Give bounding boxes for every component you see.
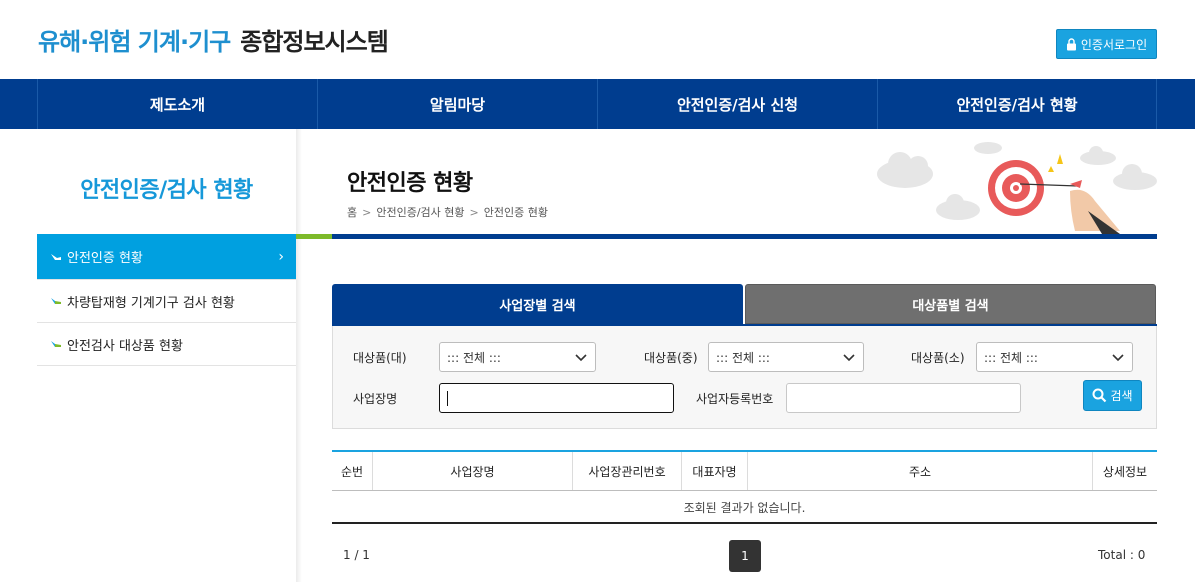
breadcrumb: 홈 > 안전인증/검사 현황 > 안전인증 현황 (347, 204, 548, 220)
tab-business-search[interactable]: 사업장별 검색 (332, 284, 743, 324)
sidebar-item-vehicle-inspection-status[interactable]: 차량탑재형 기계기구 검사 현황 (37, 280, 296, 323)
nav-item-status[interactable]: 안전인증/검사 현황 (877, 79, 1157, 129)
chevron-down-icon (843, 354, 855, 362)
label-business-name: 사업장명 (353, 392, 398, 406)
select-product-medium[interactable]: ::: 전체 ::: (708, 342, 864, 372)
nav-item-label: 알림마당 (429, 95, 486, 114)
nav-item-label: 안전인증/검사 현황 (956, 95, 1078, 114)
search-icon (1092, 388, 1107, 403)
business-name-input[interactable] (439, 383, 674, 413)
tab-label: 사업장별 검색 (499, 298, 576, 314)
target-dart-illustration (877, 142, 1157, 234)
sidebar-item-label: 차량탑재형 기계기구 검사 현황 (67, 295, 235, 311)
column-header-details: 상세정보 (1102, 464, 1148, 479)
login-button-label: 인증서로그인 (1080, 37, 1148, 52)
page-info: 1 / 1 (343, 548, 370, 562)
text-caret (447, 391, 448, 406)
search-button[interactable]: 검색 (1083, 380, 1142, 411)
page-title: 안전인증 현황 (347, 171, 473, 196)
select-value: ::: 전체 ::: (984, 350, 1038, 365)
nav-item-label: 제도소개 (149, 95, 206, 114)
select-value: ::: 전체 ::: (716, 350, 770, 365)
breadcrumb-home[interactable]: 홈 (347, 204, 357, 220)
nav-item-apply[interactable]: 안전인증/검사 신청 (597, 79, 877, 129)
nav-item-label: 안전인증/검사 신청 (676, 95, 799, 114)
column-header-no: 순번 (332, 452, 373, 490)
logo-text-sub: 종합정보시스템 (240, 28, 389, 56)
column-header-address: 주소 (748, 452, 1093, 490)
title-underline (332, 234, 1157, 239)
label-business-reg-no: 사업자등록번호 (696, 392, 774, 406)
select-value: ::: 전체 ::: (447, 350, 501, 365)
table-empty-message: 조회된 결과가 없습니다. (683, 500, 806, 515)
chevron-right-icon: > (362, 205, 372, 219)
nav-item-notice[interactable]: 알림마당 (317, 79, 597, 129)
main-nav: 제도소개 알림마당 안전인증/검사 신청 안전인증/검사 현황 (0, 79, 1195, 129)
label-product-medium: 대상품(중) (644, 351, 698, 365)
nav-item-intro[interactable]: 제도소개 (37, 79, 317, 129)
sidebar-item-inspection-target-status[interactable]: 안전검사 대상품 현황 (37, 323, 296, 366)
total-count: Total : 0 (1098, 548, 1146, 562)
select-product-large[interactable]: ::: 전체 ::: (439, 342, 596, 372)
bullet-icon (51, 253, 61, 260)
search-button-label: 검색 (1110, 389, 1133, 403)
chevron-down-icon (1112, 354, 1124, 362)
breadcrumb-item[interactable]: 안전인증/검사 현황 (376, 204, 464, 220)
select-product-small[interactable]: ::: 전체 ::: (976, 342, 1133, 372)
sidebar-divider (296, 129, 302, 582)
sidebar-item-safety-cert-status[interactable]: 안전인증 현황 › (37, 234, 296, 280)
tab-product-search[interactable]: 대상품별 검색 (745, 284, 1156, 324)
bullet-icon (51, 341, 61, 347)
label-product-large: 대상품(대) (353, 351, 407, 365)
tab-label: 대상품별 검색 (912, 298, 989, 314)
chevron-right-icon: › (278, 248, 284, 265)
sidebar-item-label: 안전검사 대상품 현황 (67, 338, 183, 354)
breadcrumb-current: 안전인증 현황 (483, 206, 548, 219)
column-header-business-name: 사업장명 (373, 452, 573, 490)
lock-icon (1066, 37, 1076, 50)
column-header-business-mgmt-no: 사업장관리번호 (573, 452, 682, 490)
label-product-small: 대상품(소) (911, 351, 965, 365)
site-logo[interactable]: 유해·위험 기계·기구 종합정보시스템 (38, 22, 389, 57)
sidebar-title: 안전인증/검사 현황 (80, 178, 253, 203)
sidebar-item-label: 안전인증 현황 (67, 251, 143, 266)
header: 유해·위험 기계·기구 종합정보시스템 인증서로그인 (0, 0, 1195, 79)
bullet-icon (51, 298, 61, 304)
table-bottom-border (332, 522, 1157, 524)
chevron-down-icon (575, 354, 587, 362)
chevron-right-icon: > (469, 205, 479, 219)
certificate-login-button[interactable]: 인증서로그인 (1056, 29, 1157, 59)
logo-text-main: 유해·위험 기계·기구 (38, 28, 231, 56)
business-reg-no-input[interactable] (786, 383, 1021, 413)
title-underline-accent (296, 234, 332, 239)
page-button-1[interactable]: 1 (729, 540, 761, 572)
column-header-representative: 대표자명 (682, 452, 748, 490)
sidebar-menu: 안전인증 현황 › 차량탑재형 기계기구 검사 현황 안전검사 대상품 현황 (37, 234, 296, 366)
